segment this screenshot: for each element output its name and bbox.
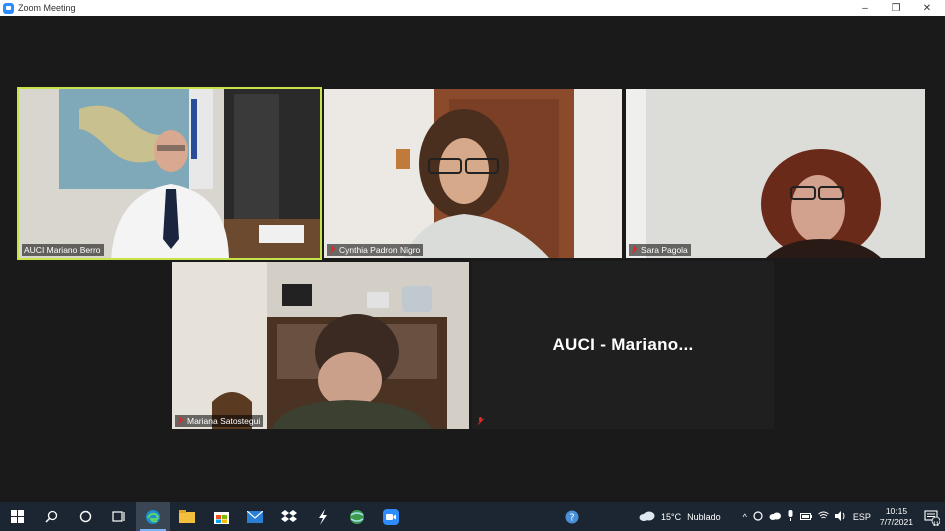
windows-taskbar: ? 15°C Nublado ^ ESP 10:15 7/7/2021 11 — [0, 502, 945, 531]
file-explorer-icon[interactable] — [170, 502, 204, 531]
system-clock[interactable]: 10:15 7/7/2021 — [880, 506, 913, 528]
video-feed — [324, 89, 622, 258]
mic-muted-icon — [631, 246, 638, 254]
video-feed — [626, 89, 925, 258]
svg-text:?: ? — [569, 512, 574, 523]
no-video-mic-status — [476, 415, 488, 427]
notification-count: 11 — [932, 522, 939, 528]
mic-muted-icon — [177, 417, 184, 425]
restore-button[interactable]: ❐ — [881, 0, 911, 16]
onedrive-cloud-icon[interactable] — [769, 512, 781, 522]
participant-name-label: Cynthia Padron Nigro — [327, 244, 424, 256]
system-tray: ? 15°C Nublado ^ ESP 10:15 7/7/2021 11 — [560, 502, 945, 531]
video-tile-sara-pagola[interactable]: Sara Pagola — [626, 89, 925, 258]
mic-muted-icon — [329, 246, 336, 254]
dropbox-icon[interactable] — [272, 502, 306, 531]
video-feed — [172, 262, 469, 429]
zoom-app-icon[interactable] — [374, 502, 408, 531]
weather-temperature[interactable]: 15°C — [661, 512, 681, 522]
participant-name-label: Mariana Satostegui — [175, 415, 264, 427]
video-tile-mariano-berro[interactable]: AUCI Mariano Berro — [17, 87, 322, 260]
search-icon[interactable] — [34, 502, 68, 531]
clock-time: 10:15 — [885, 505, 908, 516]
video-tile-no-video[interactable]: AUCI - Mariano... — [472, 261, 774, 429]
weather-description[interactable]: Nublado — [687, 512, 721, 522]
zoom-logo-icon — [3, 2, 14, 14]
clock-date: 7/7/2021 — [879, 516, 913, 527]
task-view-icon[interactable] — [102, 502, 136, 531]
edge-browser-icon[interactable] — [136, 502, 170, 531]
weather-cloud-icon[interactable] — [639, 511, 655, 523]
title-bar: Zoom Meeting – ❐ ✕ — [0, 0, 945, 16]
video-tile-mariana-satostegui[interactable]: Mariana Satostegui — [172, 262, 469, 429]
battery-icon[interactable] — [799, 512, 812, 522]
video-feed — [19, 89, 320, 258]
mail-icon[interactable] — [238, 502, 272, 531]
participant-name-label: AUCI Mariano Berro — [22, 244, 104, 256]
video-tile-cynthia-padron-nigro[interactable]: Cynthia Padron Nigro — [324, 89, 622, 258]
show-hidden-icons-chevron-icon[interactable]: ^ — [743, 512, 747, 522]
window-title: Zoom Meeting — [18, 3, 76, 13]
microsoft-store-icon[interactable] — [204, 502, 238, 531]
cortana-icon[interactable] — [68, 502, 102, 531]
volume-icon[interactable] — [834, 510, 847, 523]
mic-muted-icon — [477, 417, 484, 425]
wifi-icon[interactable] — [818, 511, 829, 522]
minimize-button[interactable]: – — [850, 0, 880, 16]
meeting-stage: AUCI Mariano Berro Cynthia Padron Nigro — [0, 16, 945, 502]
notifications-icon[interactable]: 11 — [919, 502, 945, 531]
meet-now-icon[interactable] — [753, 510, 763, 523]
help-question-icon[interactable]: ? — [560, 502, 584, 531]
close-button[interactable]: ✕ — [912, 0, 942, 16]
participant-name-label: Sara Pagola — [629, 244, 691, 256]
app-bolt-icon[interactable] — [306, 502, 340, 531]
windows-start-icon[interactable] — [0, 502, 34, 531]
language-indicator[interactable]: ESP — [853, 512, 871, 522]
microphone-icon[interactable] — [787, 510, 794, 523]
participant-display-name: AUCI - Mariano... — [552, 335, 694, 354]
globe-app-icon[interactable] — [340, 502, 374, 531]
